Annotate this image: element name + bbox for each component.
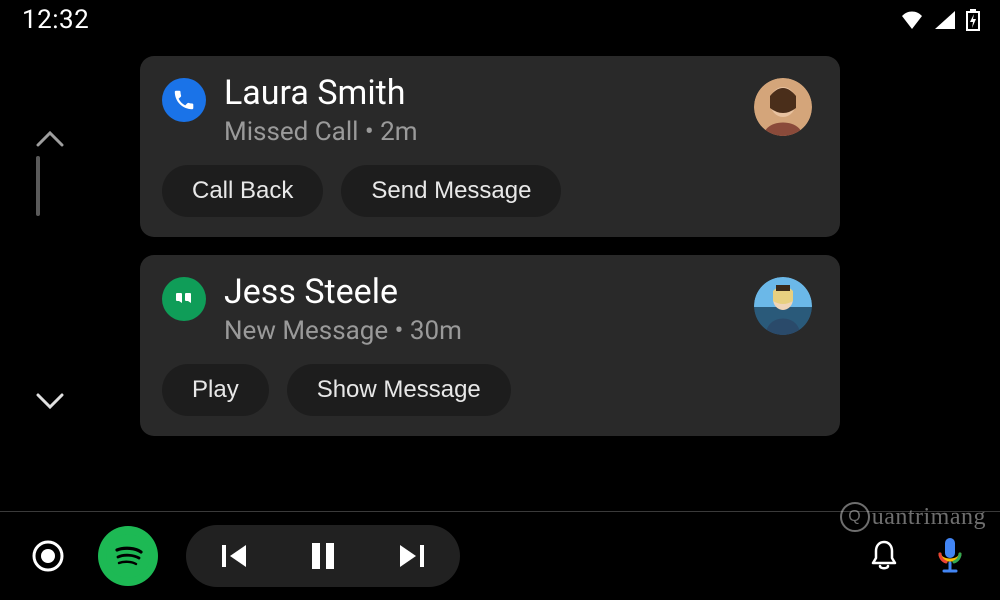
scroll-up-button[interactable]	[36, 130, 64, 216]
notification-card-missed-call[interactable]: Laura Smith Missed Call • 2m Call Back S…	[140, 56, 840, 237]
spotify-icon[interactable]	[98, 526, 158, 586]
scroll-track	[36, 156, 40, 216]
hangouts-icon	[162, 277, 206, 321]
bottom-bar	[0, 512, 1000, 600]
voice-assistant-button[interactable]	[928, 534, 972, 578]
phone-icon	[162, 78, 206, 122]
scroll-down-button[interactable]	[36, 392, 64, 410]
previous-track-button[interactable]	[220, 542, 250, 570]
contact-avatar	[754, 277, 812, 335]
notification-card-new-message[interactable]: Jess Steele New Message • 30m Play Show …	[140, 255, 840, 436]
next-track-button[interactable]	[396, 542, 426, 570]
notification-title: Laura Smith	[224, 74, 736, 113]
media-controls	[186, 525, 460, 587]
status-icons	[900, 9, 980, 31]
pause-button[interactable]	[310, 541, 336, 571]
battery-icon	[966, 9, 980, 31]
notifications-button[interactable]	[862, 534, 906, 578]
wifi-icon	[900, 10, 924, 30]
cellular-icon	[934, 10, 956, 30]
scroll-indicator	[30, 130, 70, 410]
call-back-button[interactable]: Call Back	[162, 165, 323, 217]
send-message-button[interactable]: Send Message	[341, 165, 561, 217]
clock: 12:32	[22, 5, 89, 35]
home-button[interactable]	[28, 536, 68, 576]
notification-title: Jess Steele	[224, 273, 736, 312]
notification-subtitle: New Message • 30m	[224, 316, 736, 346]
notification-subtitle: Missed Call • 2m	[224, 117, 736, 147]
notification-list: Laura Smith Missed Call • 2m Call Back S…	[140, 56, 840, 436]
status-bar: 12:32	[0, 0, 1000, 40]
play-message-button[interactable]: Play	[162, 364, 269, 416]
contact-avatar	[754, 78, 812, 136]
show-message-button[interactable]: Show Message	[287, 364, 511, 416]
